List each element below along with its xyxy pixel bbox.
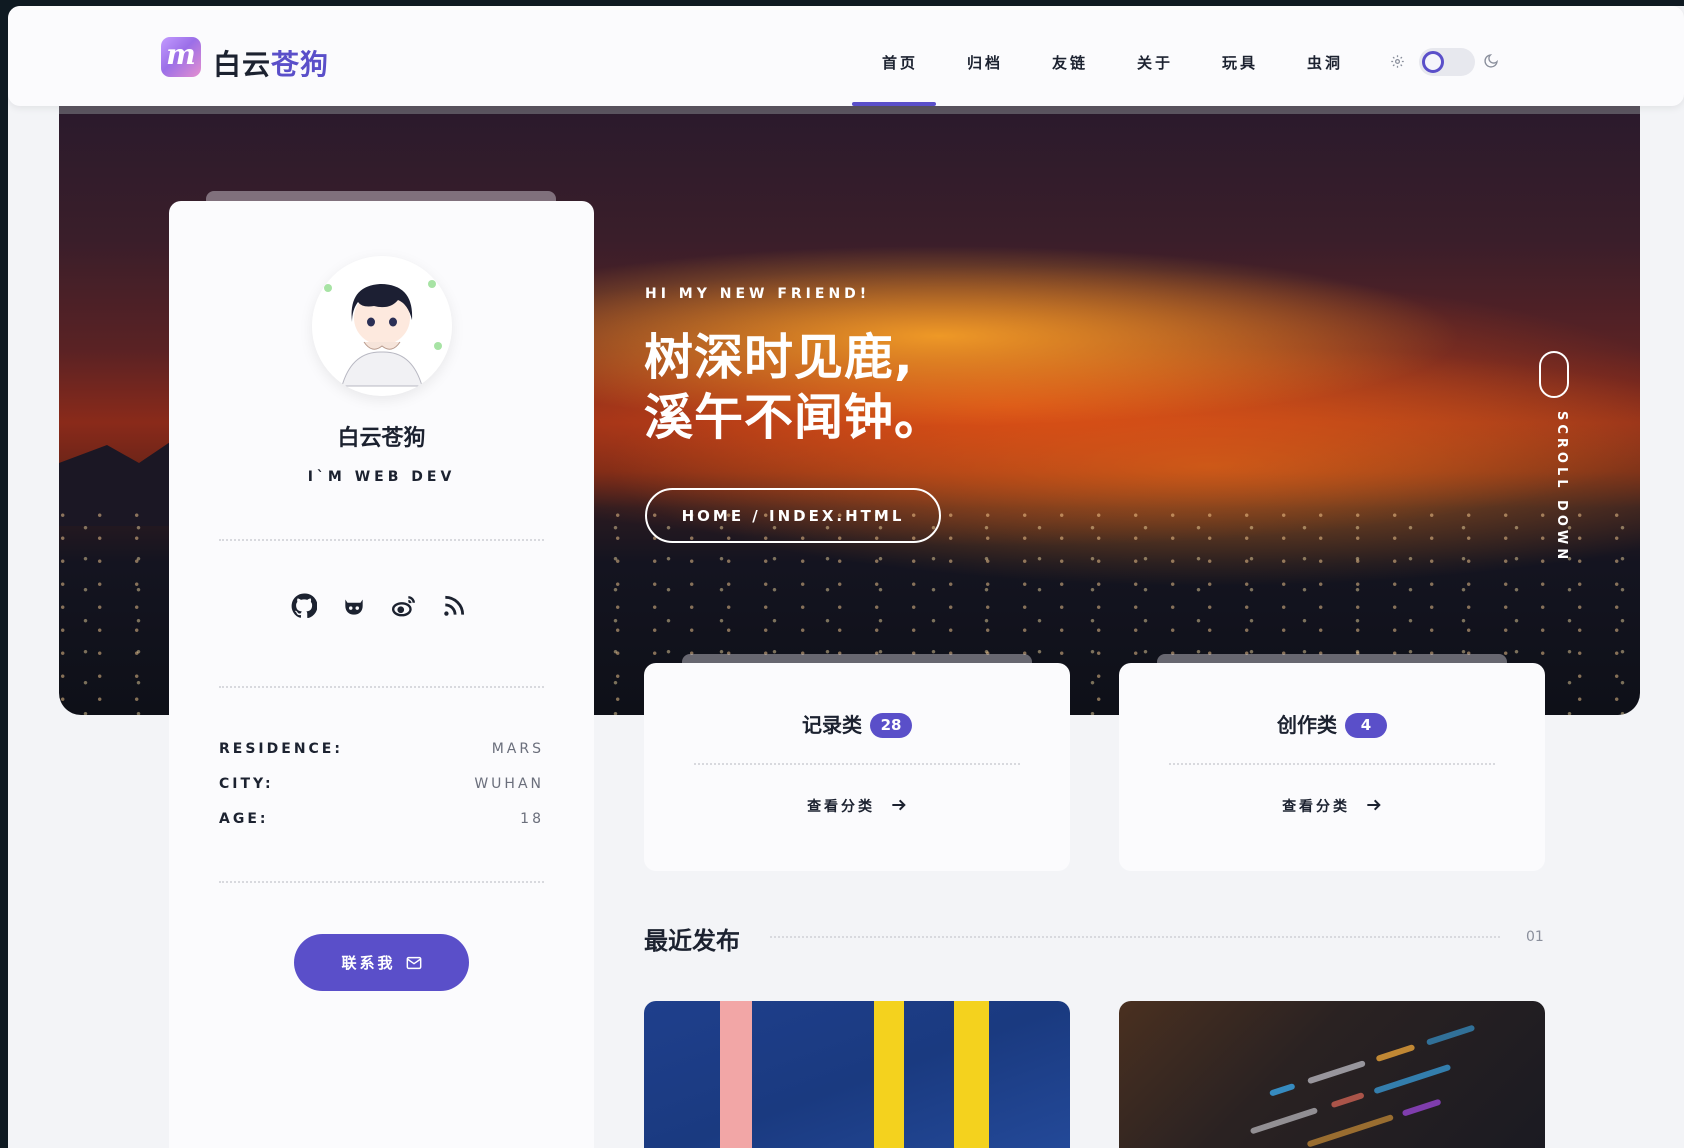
hero-poem: 树深时见鹿, 溪午不闻钟。 [644,328,944,448]
nav-item-toys[interactable]: 玩具 [1222,52,1258,73]
category-title: 创作类 4 [1119,709,1545,738]
mouse-icon[interactable] [1539,351,1569,398]
category-name: 记录类 [802,713,862,737]
arrow-right-icon [1367,799,1381,811]
scroll-down-label[interactable]: SCROLL DOWN [1554,411,1569,563]
info-value: WUHAN [474,776,544,792]
post-thumbnail[interactable] [644,1001,1070,1148]
weibo-icon[interactable] [391,593,417,619]
recent-page-number: 01 [1526,929,1544,945]
breadcrumb-pill[interactable]: HOME / INDEX.HTML [645,488,941,543]
contact-button[interactable]: 联系我 [294,934,469,991]
profile-card: 白云苍狗 I`M WEB DEV RESIDENCE: MARS CITY: W… [169,201,594,1148]
hero-greeting: HI MY NEW FRIEND! [645,286,871,302]
view-category-link[interactable]: 查看分类 [644,796,1070,816]
info-key: RESIDENCE: [219,741,343,757]
recent-posts-title: 最近发布 [644,927,740,955]
contact-label: 联系我 [341,954,396,972]
nav-item-home[interactable]: 首页 [882,52,918,73]
poem-line-2: 溪午不闻钟。 [644,389,945,446]
logo-letter: m [166,38,196,71]
view-category-label: 查看分类 [807,799,876,815]
view-category-link[interactable]: 查看分类 [1119,796,1545,816]
category-name: 创作类 [1277,713,1337,737]
rss-icon[interactable] [441,593,467,619]
category-card-records[interactable]: 记录类 28 查看分类 [644,663,1070,871]
divider [219,686,544,688]
octocat-icon[interactable] [341,593,367,619]
view-category-label: 查看分类 [1282,799,1351,815]
toggle-knob [1422,51,1444,73]
profile-name: 白云苍狗 [337,426,426,451]
mail-icon [406,956,421,969]
divider [219,539,544,541]
category-card-creations[interactable]: 创作类 4 查看分类 [1119,663,1545,871]
logo-icon[interactable]: m [161,37,201,77]
divider [694,763,1020,765]
count-badge: 28 [870,713,912,738]
info-key: CITY: [219,776,274,792]
nav-item-archive[interactable]: 归档 [967,52,1003,73]
profile-role: I`M WEB DEV [307,469,456,485]
count-badge: 4 [1345,713,1387,738]
divider [219,881,544,883]
avatar-illustration [312,256,452,396]
nav-active-indicator [852,102,936,106]
divider [1169,763,1495,765]
avatar[interactable] [312,256,452,396]
nav-item-links[interactable]: 友链 [1052,52,1088,73]
info-value: MARS [491,741,544,757]
post-thumbnail[interactable] [1119,1001,1545,1148]
github-icon[interactable] [291,593,317,619]
site-title-part1: 白云 [213,48,272,81]
moon-icon [1484,54,1498,68]
page: m 白云苍狗 首页 归档 友链 关于 玩具 虫洞 HI MY NEW FRIEN… [8,6,1684,1148]
code-illustration [1250,1025,1475,1147]
category-title: 记录类 28 [644,709,1070,738]
theme-toggle[interactable] [1419,48,1475,76]
arrow-right-icon [892,799,906,811]
gear-icon [1391,55,1404,68]
nav-item-about[interactable]: 关于 [1137,52,1173,73]
site-title-part2: 苍狗 [271,48,330,81]
divider [770,936,1500,938]
info-key: AGE: [219,811,269,827]
poem-line-1: 树深时见鹿, [644,329,914,386]
top-header: m 白云苍狗 首页 归档 友链 关于 玩具 虫洞 [8,6,1684,106]
nav-item-wormhole[interactable]: 虫洞 [1307,52,1343,73]
hero-top-band [59,106,1640,114]
info-value: 18 [520,811,544,827]
site-title[interactable]: 白云苍狗 [213,43,329,83]
